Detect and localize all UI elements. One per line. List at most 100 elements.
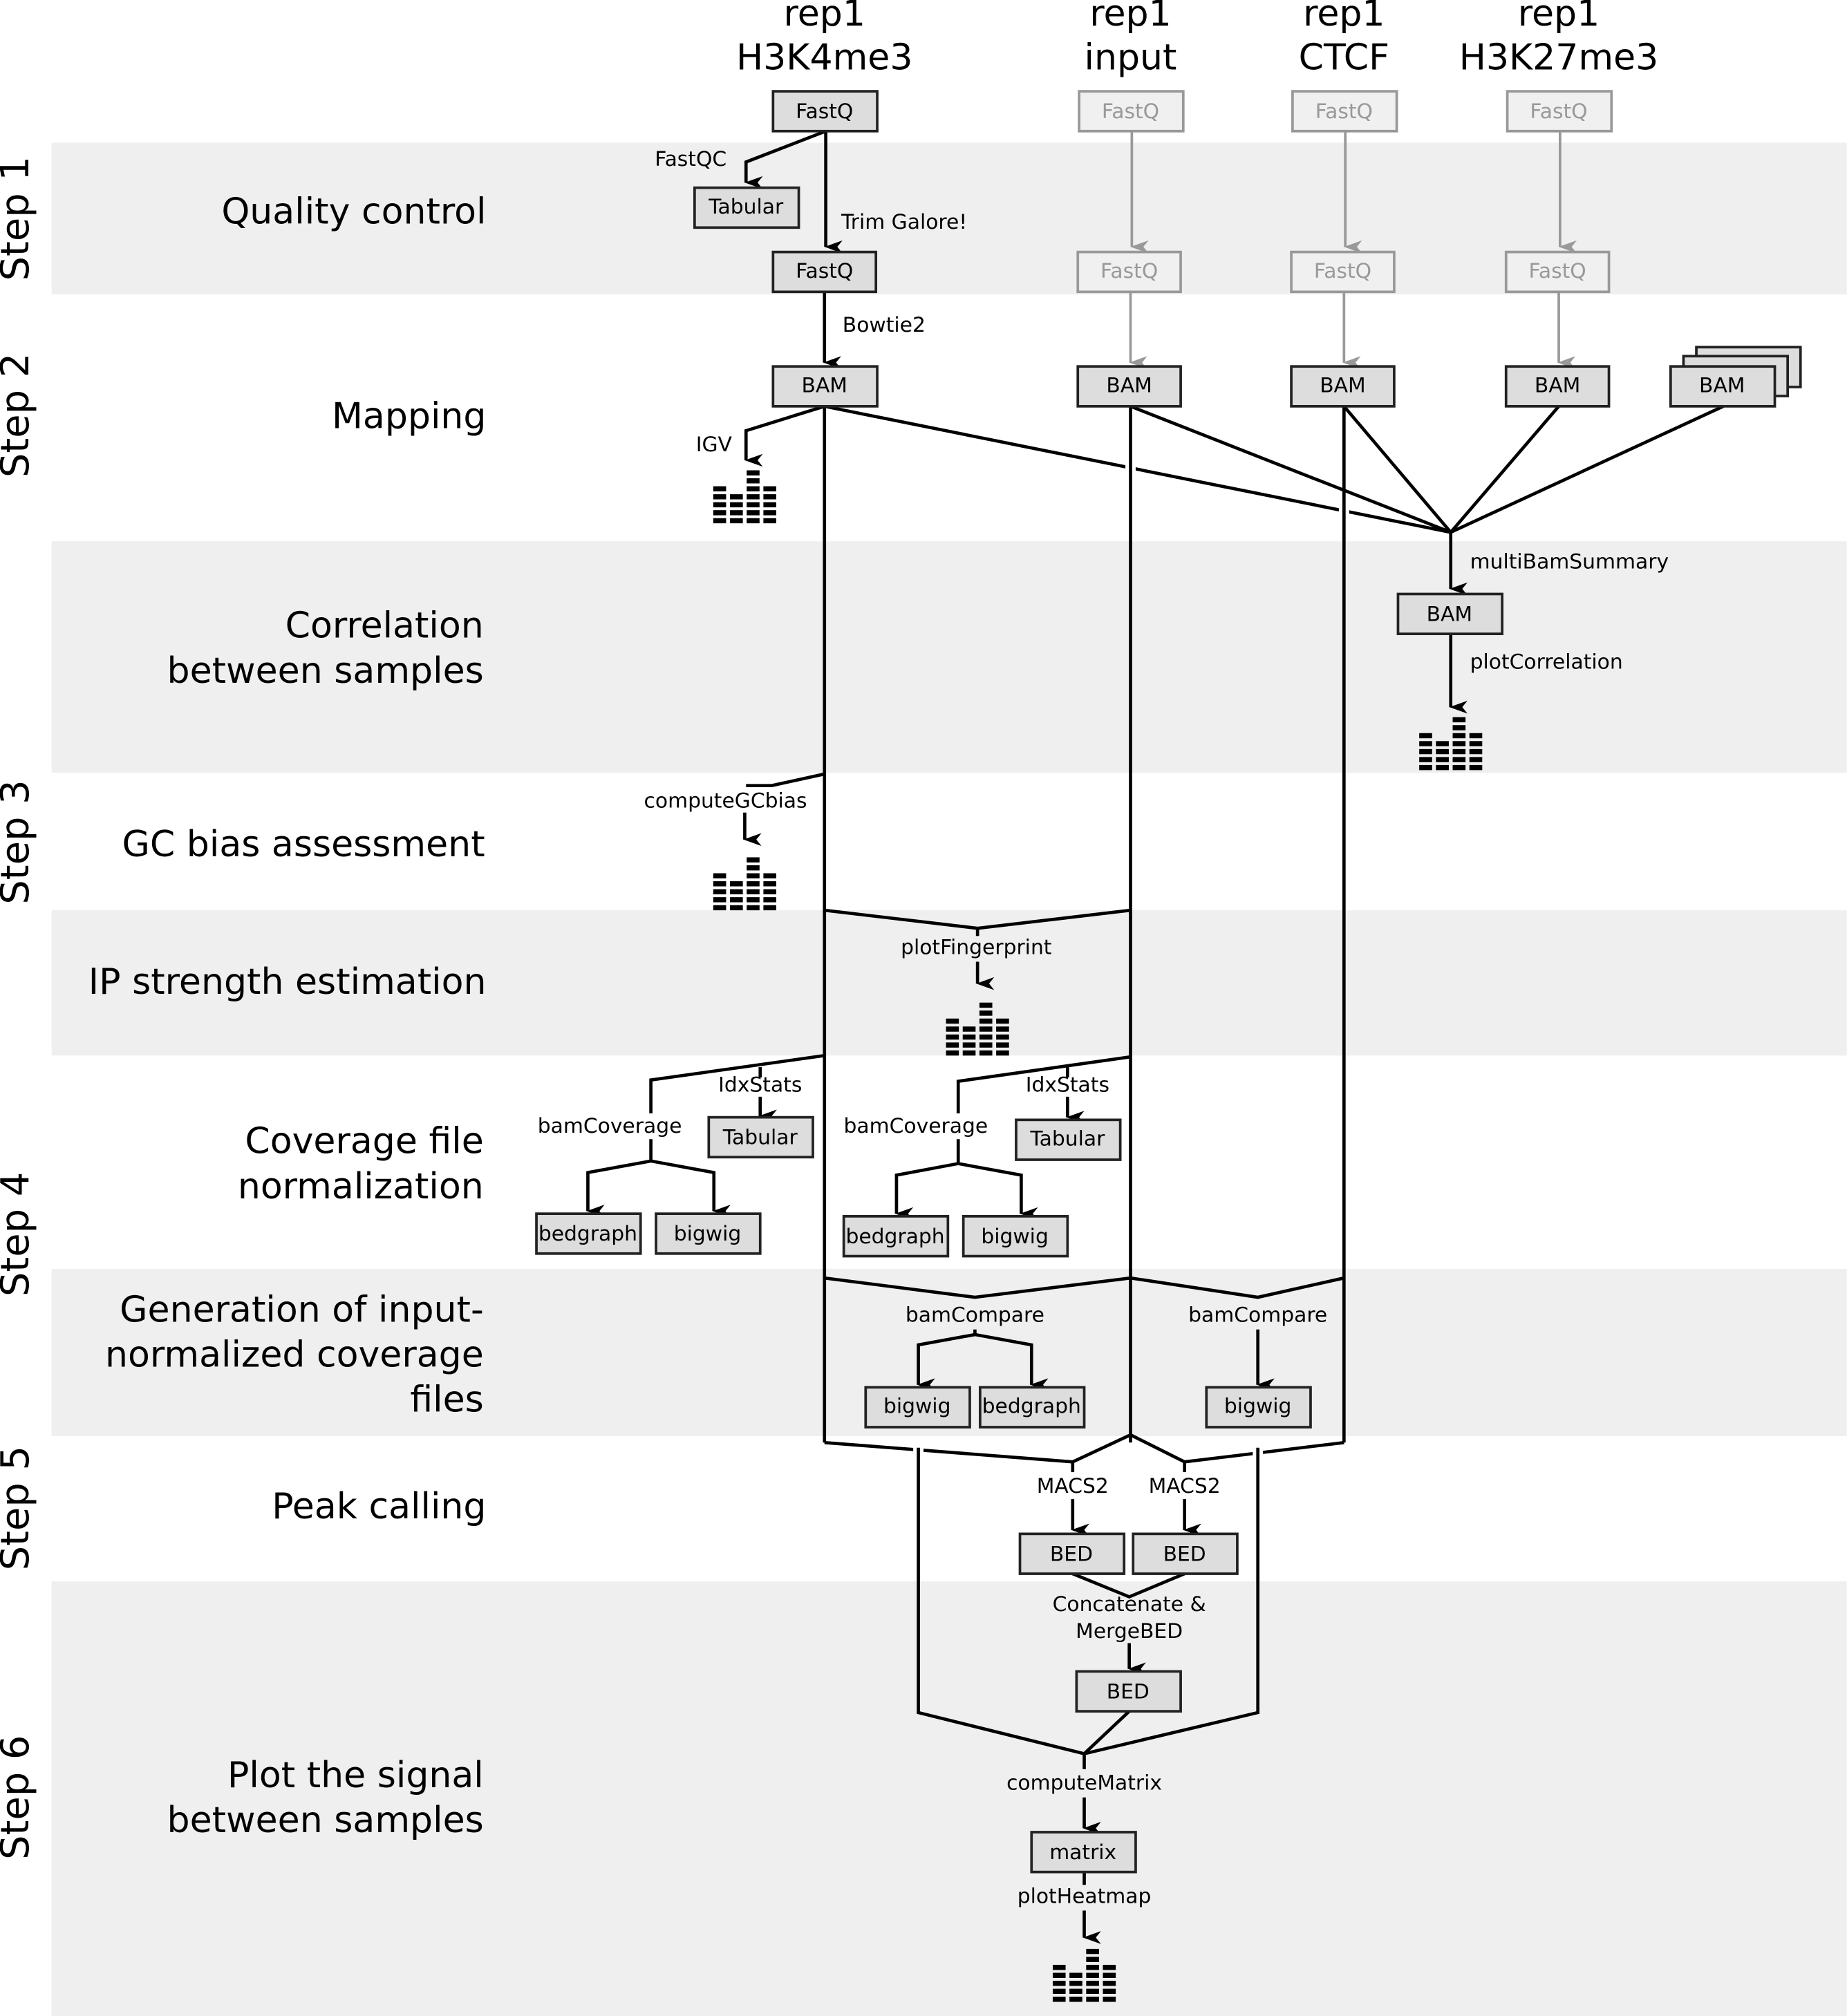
- node-fastq-input-trimmed[interactable]: FastQ: [1076, 250, 1182, 294]
- bar-chart-icon-block: [713, 502, 726, 508]
- section-label-gc-bias: GC bias assessment: [122, 824, 485, 865]
- bar-chart-icon-block: [979, 1034, 993, 1040]
- bar-chart-icon-block: [730, 518, 743, 524]
- bar-chart-icon-block: [730, 897, 743, 903]
- node-bedgraph-left[interactable]: bedgraph: [535, 1212, 642, 1255]
- bar-chart-icon-block: [1436, 764, 1449, 771]
- svg-text:BED: BED: [1163, 1542, 1206, 1566]
- chip-seq-workflow-diagram: Step 1 Step 2 Step 3 Step 4 Step 5 Step …: [0, 0, 1847, 2016]
- node-tabular-idxstats-left[interactable]: Tabular: [707, 1115, 814, 1159]
- tool-label-igv: IGV: [696, 433, 733, 457]
- node-bed-merged[interactable]: BED: [1075, 1670, 1182, 1713]
- bar-chart-icon-block: [763, 494, 776, 500]
- bar-chart-icon-block: [730, 494, 743, 500]
- bar-chart-icon-block: [747, 889, 760, 895]
- node-bigwig-bamcompare-h3k4me3[interactable]: bigwig: [864, 1386, 971, 1429]
- bar-chart-icon-block: [979, 1050, 993, 1056]
- section-label-peak-calling: Peak calling: [272, 1486, 486, 1527]
- tool-label-macs2-right: MACS2: [1149, 1474, 1221, 1498]
- node-fastq-ctcf-trimmed[interactable]: FastQ: [1290, 250, 1396, 294]
- bar-chart-icon-block: [763, 873, 776, 878]
- bar-chart-icon-block: [713, 897, 726, 903]
- svg-text:BED: BED: [1050, 1542, 1093, 1566]
- section-label-ip-strength: IP strength estimation: [88, 961, 487, 1003]
- svg-text:BAM: BAM: [802, 373, 847, 397]
- svg-text:BAM: BAM: [1427, 603, 1472, 627]
- bar-chart-icon-block: [996, 1026, 1009, 1032]
- svg-text:FastQ: FastQ: [796, 259, 853, 283]
- bar-chart-icon-block: [1469, 733, 1483, 739]
- bar-chart-icon-block: [1469, 764, 1483, 771]
- bar-chart-icon-block: [996, 1034, 1009, 1040]
- bar-chart-icon-block: [1469, 741, 1483, 746]
- bar-chart-icon-block: [713, 494, 726, 500]
- node-bigwig-right[interactable]: bigwig: [962, 1215, 1069, 1258]
- svg-text:bigwig: bigwig: [981, 1225, 1049, 1249]
- svg-text:bedgraph: bedgraph: [982, 1395, 1081, 1419]
- bar-chart-icon-block: [1069, 1981, 1082, 1986]
- bar-chart-icon-block: [747, 873, 760, 878]
- node-bed-macs2-h3k4me3[interactable]: BED: [1018, 1532, 1126, 1575]
- bar-chart-icon-block: [962, 1026, 976, 1032]
- bar-chart-icon-block: [730, 889, 743, 895]
- bar-chart-icon-block: [1469, 748, 1483, 755]
- node-fastq-ctcf-raw[interactable]: FastQ: [1291, 90, 1398, 133]
- node-fastq-h3k4me3-trimmed[interactable]: FastQ: [771, 250, 878, 294]
- step-label: Step 4: [0, 1172, 38, 1297]
- node-fastq-h3k27me3-trimmed[interactable]: FastQ: [1504, 250, 1611, 294]
- tool-label-plotfingerprint: plotFingerprint: [901, 935, 1051, 959]
- node-bed-macs2-ctcf[interactable]: BED: [1132, 1532, 1239, 1575]
- node-bam-h3k27me3[interactable]: BAM: [1504, 365, 1611, 408]
- column-header-ctcf: rep1 CTCF: [1299, 0, 1389, 78]
- bar-chart-icon-block: [1452, 725, 1466, 731]
- bar-chart-icon-block: [713, 510, 726, 516]
- step-label: Step 6: [0, 1735, 38, 1860]
- node-fastq-h3k4me3-raw[interactable]: FastQ: [771, 90, 879, 133]
- node-fastq-input-raw[interactable]: FastQ: [1078, 90, 1185, 133]
- svg-text:bigwig: bigwig: [1224, 1395, 1292, 1419]
- node-bam-ctcf[interactable]: BAM: [1290, 365, 1396, 408]
- node-tabular-fastqc[interactable]: Tabular: [693, 186, 800, 229]
- svg-text:bigwig: bigwig: [674, 1222, 742, 1246]
- bar-chart-icon-block: [1069, 1988, 1082, 1995]
- bar-chart-icon-block: [1419, 741, 1432, 746]
- node-bedgraph-bamcompare-h3k4me3[interactable]: bedgraph: [978, 1386, 1086, 1429]
- node-bigwig-bamcompare-ctcf[interactable]: bigwig: [1205, 1386, 1312, 1429]
- bar-chart-icon-block: [979, 1042, 993, 1048]
- svg-text:matrix: matrix: [1049, 1840, 1116, 1865]
- tool-label-bamcoverage-left: bamCoverage: [538, 1114, 682, 1138]
- bar-chart-icon-block: [1052, 1964, 1066, 1970]
- node-bam-input[interactable]: BAM: [1076, 365, 1182, 408]
- node-bam-stack-more-samples[interactable]: BAM: [1669, 346, 1802, 408]
- node-bam-h3k4me3[interactable]: BAM: [771, 365, 879, 408]
- tool-label-idxstats-left: IdxStats: [718, 1073, 802, 1097]
- bar-chart-icon-block: [1103, 1972, 1116, 1978]
- bar-chart-icon-block: [730, 502, 743, 508]
- node-bedgraph-right[interactable]: bedgraph: [842, 1215, 950, 1258]
- svg-text:BAM: BAM: [1699, 373, 1745, 397]
- bar-chart-icon-block: [946, 1034, 959, 1040]
- bar-chart-icon-block: [763, 905, 776, 911]
- bar-chart-icon-block: [713, 518, 726, 524]
- node-bigwig-left[interactable]: bigwig: [655, 1212, 762, 1255]
- section-label-coverage-normalization: Coverage file normalization: [238, 1121, 484, 1207]
- node-tabular-idxstats-right[interactable]: Tabular: [1015, 1118, 1122, 1161]
- bar-chart-icon-block: [763, 897, 776, 903]
- node-matrix[interactable]: matrix: [1030, 1831, 1137, 1874]
- bar-chart-icon-block: [946, 1026, 959, 1032]
- svg-text:FastQ: FastQ: [1102, 100, 1159, 124]
- bar-chart-icon-block: [1069, 1972, 1082, 1978]
- node-fastq-h3k27me3-raw[interactable]: FastQ: [1506, 90, 1613, 133]
- bar-chart-icon-block: [763, 510, 776, 516]
- bar-chart-icon-block: [747, 897, 760, 903]
- bar-chart-icon-block: [713, 881, 726, 887]
- svg-text:FastQ: FastQ: [1315, 100, 1373, 124]
- bar-chart-icon-block: [1419, 748, 1432, 755]
- column-header-h3k27me3: rep1 H3K27me3: [1459, 0, 1659, 78]
- bar-chart-icon-block: [996, 1050, 1009, 1056]
- bar-chart-icon-block: [747, 857, 760, 863]
- svg-text:bigwig: bigwig: [883, 1395, 951, 1419]
- bar-chart-icon-block: [730, 881, 743, 887]
- svg-text:Tabular: Tabular: [1029, 1127, 1105, 1151]
- node-bam-multibamsummary[interactable]: BAM: [1396, 592, 1504, 636]
